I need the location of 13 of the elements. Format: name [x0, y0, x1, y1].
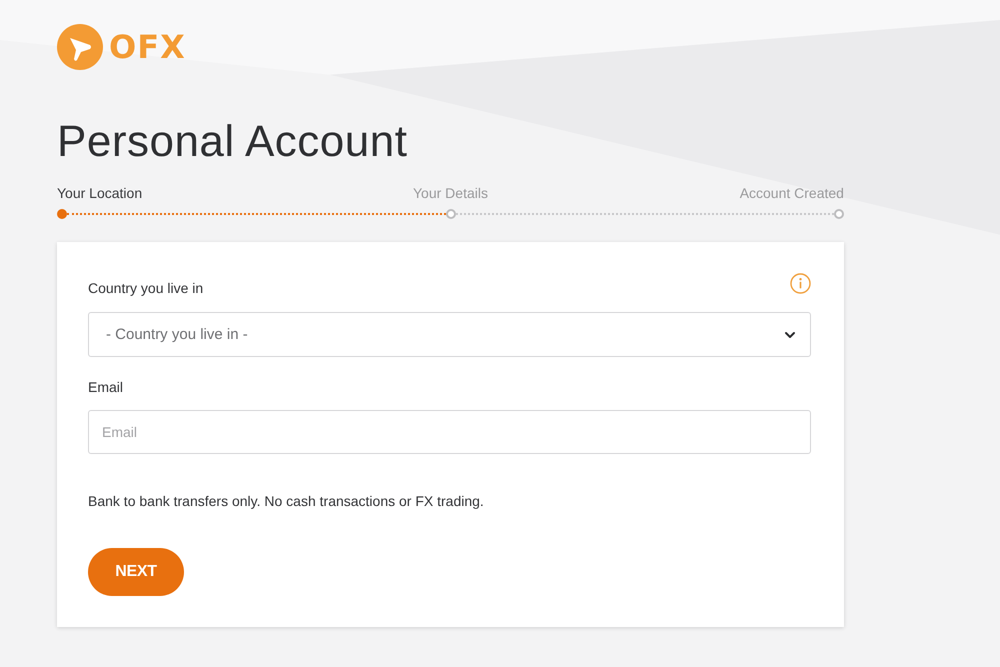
- step-label: Account Created: [738, 184, 844, 202]
- page-title: Personal Account: [57, 118, 408, 166]
- logo-icon: [57, 24, 103, 70]
- notice-text: Bank to bank transfers only. No cash transactions or FX trading.: [88, 493, 485, 509]
- field-label: Country you live in: [88, 280, 204, 296]
- step-label: Your Location: [57, 184, 144, 202]
- info-icon[interactable]: [790, 273, 811, 294]
- logo-text: OFX: [109, 31, 186, 63]
- step-label: Your Details: [412, 184, 489, 202]
- field-label: Email: [88, 379, 124, 395]
- email-field[interactable]: Email: [88, 410, 811, 454]
- country-select[interactable]: - Country you live in -: [88, 312, 811, 357]
- next-button[interactable]: NEXT: [88, 548, 184, 596]
